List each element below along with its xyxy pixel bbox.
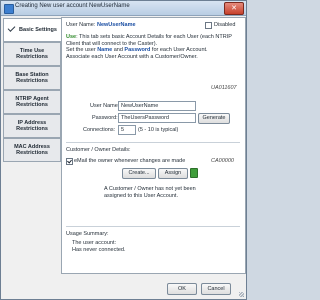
tab-ip-address-restrictions[interactable]: IP Address Restrictions xyxy=(3,114,61,138)
intro-text: Use: This tab sets basic Account Details… xyxy=(66,34,232,60)
owner-status-icon xyxy=(190,168,198,178)
basic-settings-panel: User Name: NewUserName Disabled Use: Thi… xyxy=(61,17,246,274)
resize-grip-icon[interactable] xyxy=(239,292,244,297)
close-button[interactable]: ✕ xyxy=(224,2,244,15)
tab-mac-address-restrictions[interactable]: MAC Address Restrictions xyxy=(3,138,61,162)
connections-label: Connections: xyxy=(83,127,116,133)
tab-label: Base Station Restrictions xyxy=(15,71,49,85)
usage-section-label: Usage Summary: xyxy=(66,231,109,237)
password-input[interactable]: TheUsersPassword xyxy=(118,113,196,123)
header-user-name-label: User Name: xyxy=(66,22,96,28)
header-user-name-value: NewUserName xyxy=(97,22,136,28)
tab-basic-settings[interactable]: Basic Settings xyxy=(3,18,62,42)
app-icon xyxy=(4,4,14,14)
create-owner-button[interactable]: Create... xyxy=(122,168,156,179)
tab-time-use-restrictions[interactable]: Time Use Restrictions xyxy=(3,42,61,66)
tab-label: Basic Settings xyxy=(19,26,57,33)
cancel-button[interactable]: Cancel xyxy=(201,283,231,295)
assign-owner-button[interactable]: Assign xyxy=(158,168,188,179)
connections-input[interactable]: 5 xyxy=(118,125,136,135)
tab-base-station-restrictions[interactable]: Base Station Restrictions xyxy=(3,66,61,90)
tab-label: Time Use Restrictions xyxy=(16,47,48,61)
tab-ntrip-agent-restrictions[interactable]: NTRIP Agent Restrictions xyxy=(3,90,61,114)
usage-summary: The user account: Has never connected. xyxy=(72,240,126,253)
tab-label: NTRIP Agent Restrictions xyxy=(15,95,49,109)
connections-hint: (5 - 10 is typical) xyxy=(138,127,179,133)
owner-id: CA00000 xyxy=(211,158,234,164)
password-label: Password: xyxy=(92,115,118,121)
title-bar[interactable]: Creating New user account NewUserName ✕ xyxy=(1,1,246,16)
owner-section-label: Customer / Owner Details: xyxy=(66,147,131,153)
email-owner-label: eMail the owner whenever changes are mad… xyxy=(74,158,186,164)
email-owner-checkbox[interactable] xyxy=(66,158,73,165)
tab-label: MAC Address Restrictions xyxy=(14,143,50,157)
tab-label: IP Address Restrictions xyxy=(16,119,48,133)
user-name-input[interactable]: NewUserName xyxy=(118,101,196,111)
dialog-window: Creating New user account NewUserName ✕ … xyxy=(0,0,247,300)
use-label: Use xyxy=(66,34,77,40)
owner-note: A Customer / Owner has not yet been assi… xyxy=(104,186,196,199)
divider xyxy=(66,142,240,143)
account-id: UA011607 xyxy=(211,85,237,91)
disabled-label: Disabled xyxy=(214,22,236,28)
generate-button[interactable]: Generate xyxy=(198,113,230,124)
divider xyxy=(66,226,240,227)
user-name-label: User Name: xyxy=(90,103,120,109)
tab-list: Basic Settings Time Use Restrictions Bas… xyxy=(1,16,62,271)
disabled-checkbox[interactable] xyxy=(205,22,212,29)
window-title: Creating New user account NewUserName xyxy=(15,3,130,9)
ok-button[interactable]: OK xyxy=(167,283,197,295)
